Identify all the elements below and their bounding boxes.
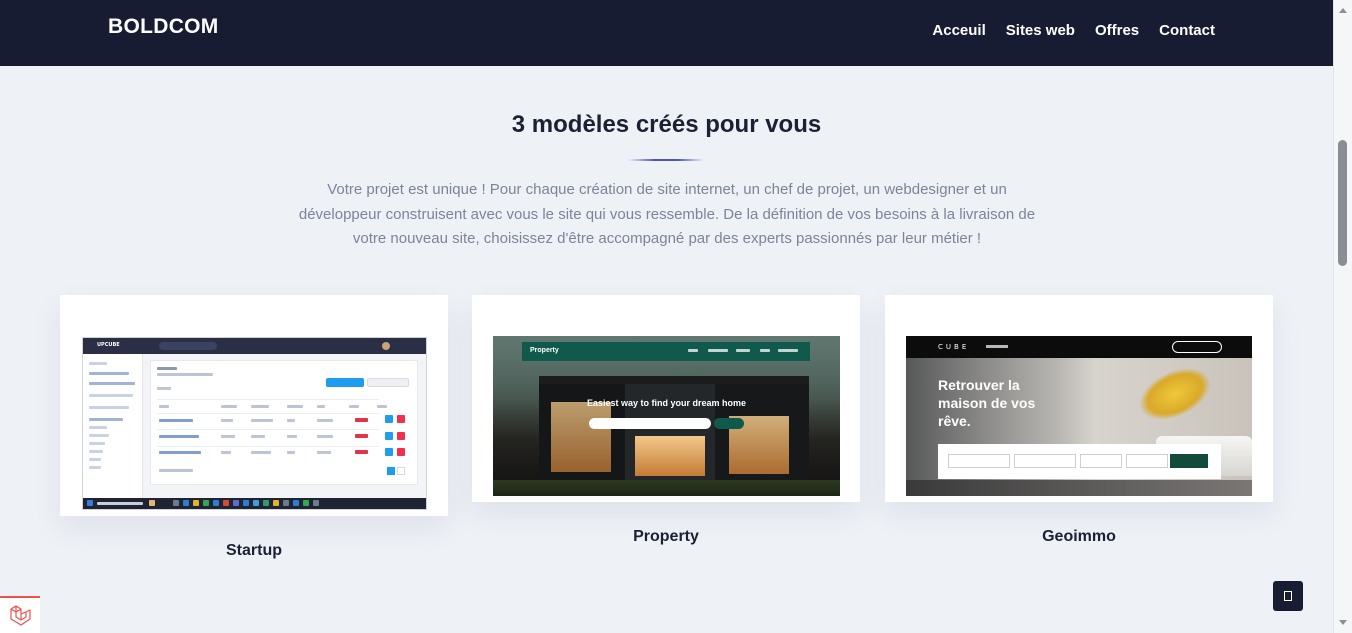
preview-navbar: Property	[522, 342, 810, 361]
preview-search-form	[938, 444, 1221, 479]
square-icon	[1284, 591, 1292, 601]
preview-search	[159, 342, 217, 350]
section-intro: Votre projet est unique ! Pour chaque cr…	[298, 181, 1036, 247]
scroll-down-arrow-icon[interactable]	[1339, 620, 1347, 625]
preview-topbar: CUBE	[906, 336, 1252, 358]
laravel-badge[interactable]	[0, 596, 40, 633]
preview-headline: Retrouver la maison de vos rêve.	[938, 377, 1036, 429]
property-preview-image[interactable]: Property Easiest way to find your dream …	[493, 336, 840, 496]
preview-search-input	[589, 418, 711, 429]
scroll-up-arrow-icon[interactable]	[1339, 8, 1347, 13]
nav-link-acceuil[interactable]: Acceuil	[932, 22, 985, 39]
nav-link-sites-web[interactable]: Sites web	[1006, 22, 1075, 39]
geoimmo-preview-image[interactable]: CUBE Retrouver la maison de vos rêve.	[906, 336, 1252, 496]
preview-logo: UPCUBE	[97, 342, 120, 348]
template-title-property[interactable]: Property	[472, 528, 860, 546]
preview-table-panel	[150, 360, 418, 485]
preview-taskbar	[83, 498, 426, 509]
template-title-startup[interactable]: Startup	[60, 542, 448, 560]
startup-preview-image[interactable]: UPCUBE	[82, 337, 427, 510]
preview-search-button	[714, 418, 744, 429]
preview-brand: CUBE	[938, 343, 970, 351]
page-scrollbar[interactable]	[1333, 0, 1352, 633]
brand-logo[interactable]: BOLDCOM	[108, 15, 219, 39]
laravel-icon	[10, 605, 31, 626]
main-nav: Acceuil Sites web Offres Contact	[932, 22, 1215, 39]
section-title: 3 modèles créés pour vous	[511, 111, 822, 138]
preview-topbar: UPCUBE	[83, 338, 426, 354]
title-divider	[628, 159, 704, 161]
preview-sidebar	[83, 354, 143, 502]
preview-brand: Property	[530, 347, 559, 354]
preview-house	[539, 366, 809, 486]
preview-headline: Easiest way to find your dream home	[586, 398, 747, 408]
nav-link-contact[interactable]: Contact	[1159, 22, 1215, 39]
nav-link-offres[interactable]: Offres	[1095, 22, 1139, 39]
template-title-geoimmo[interactable]: Geoimmo	[885, 528, 1273, 546]
scrollbar-thumb[interactable]	[1338, 140, 1347, 266]
preview-avatar	[382, 342, 390, 350]
site-header: BOLDCOM Acceuil Sites web Offres Contact	[0, 0, 1333, 66]
back-to-top-button[interactable]	[1273, 581, 1303, 611]
